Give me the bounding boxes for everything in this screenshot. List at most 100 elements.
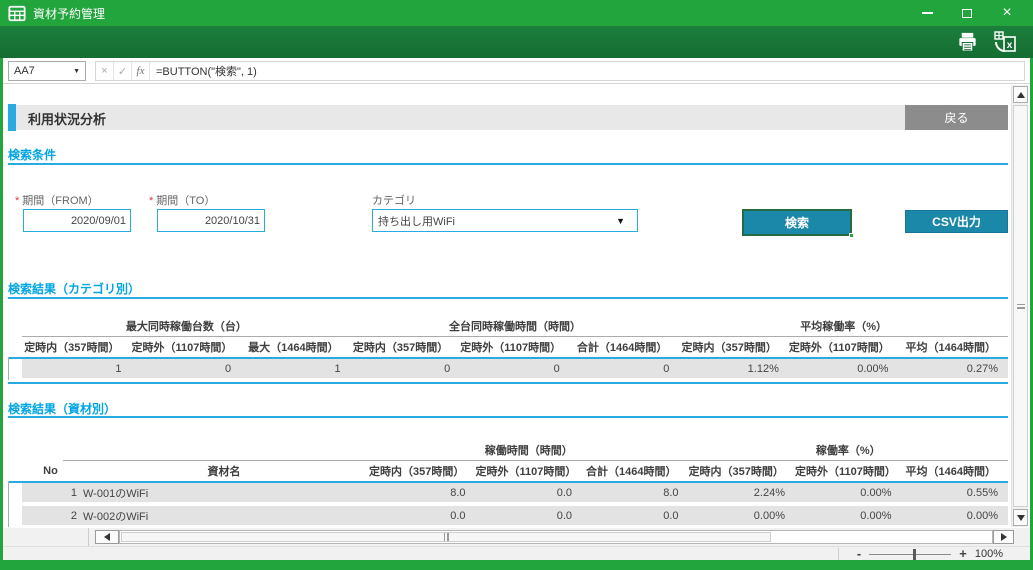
category-results-table: 最大同時稼働台数（台） 全台同時稼働時間（時間） 平均稼働率（%） 定時内（35… [8, 316, 1008, 384]
arrow-left-icon [104, 533, 110, 541]
material-results-heading: 検索結果（資材別） [8, 400, 116, 417]
column-header: 定時内（357時間） [679, 339, 789, 355]
export-excel-button[interactable]: x [991, 29, 1019, 55]
cell: 0 [351, 363, 461, 375]
back-button[interactable]: 戻る [905, 105, 1008, 130]
group-header: 稼働率（%） [689, 442, 1009, 458]
page-title-accent [8, 104, 16, 131]
material-results-table: 稼働時間（時間） 稼働率（%） No 資材名 定時内（357時間） 定時外（11… [8, 440, 1008, 528]
confirm-entry-icon[interactable]: ✓ [114, 62, 132, 80]
cancel-entry-icon[interactable]: × [96, 62, 114, 80]
zoom-out-button[interactable]: - [857, 549, 861, 559]
vertical-scrollbar-thumb[interactable] [1013, 105, 1028, 507]
cell: 8.0 [582, 487, 689, 499]
scroll-up-button[interactable] [1013, 86, 1028, 103]
zoom-control: - + 100% [857, 547, 1003, 561]
required-marker: * [149, 195, 153, 207]
cell: W-001のWiFi [79, 485, 369, 501]
to-date-label: *期間（TO） [149, 192, 215, 208]
group-header: 平均稼働率（%） [679, 318, 1008, 334]
insert-function-icon[interactable]: fx [132, 62, 150, 80]
maximize-button[interactable] [947, 0, 987, 26]
table-row: 1 W-001のWiFi 8.0 0.0 8.0 2.24% 0.00% 0.5… [22, 483, 1008, 502]
page-header-bar [8, 105, 1008, 130]
zoom-in-button[interactable]: + [959, 549, 967, 559]
section-underline [8, 416, 1008, 418]
table-row: 2 W-002のWiFi 0.0 0.0 0.0 0.00% 0.00% 0.0… [22, 506, 1008, 525]
vertical-scrollbar[interactable] [1011, 85, 1028, 527]
search-button[interactable]: 検索 [744, 211, 850, 234]
category-selected-value: 持ち出し用WiFi [373, 213, 616, 229]
sheet-tabs-area [3, 528, 89, 546]
csv-export-button[interactable]: CSV出力 [905, 210, 1008, 233]
selection-handle[interactable] [849, 233, 854, 238]
cell-reference: AA7 [9, 65, 73, 77]
scrollbar-grip-icon [444, 533, 449, 541]
cell: 0.00% [795, 510, 902, 522]
section-underline [8, 297, 1008, 299]
status-divider [838, 548, 839, 560]
column-header: 定時内（357時間） [689, 463, 796, 479]
cell: 2.24% [689, 487, 796, 499]
column-header: 定時外（1107時間） [460, 339, 570, 355]
table-left-border [8, 481, 9, 527]
cell: 0.0 [582, 510, 689, 522]
horizontal-scrollbar[interactable] [119, 530, 993, 544]
toolbar: x [0, 26, 1033, 58]
column-header: 定時内（357時間） [369, 463, 476, 479]
cell: 0.00% [795, 487, 902, 499]
window-title: 資材予約管理 [33, 5, 105, 22]
table-group-header-row: 稼働時間（時間） 稼働率（%） [22, 440, 1008, 460]
column-header: 最大（1464時間） [241, 339, 351, 355]
minimize-icon [922, 12, 933, 14]
zoom-level[interactable]: 100% [975, 548, 1003, 560]
horizontal-scrollbar-thumb[interactable] [121, 532, 771, 542]
cell: 1.12% [679, 363, 789, 375]
required-marker: * [15, 195, 19, 207]
section-underline [8, 163, 1008, 165]
table-row: 1 0 1 0 0 0 1.12% 0.00% 0.27% [22, 359, 1008, 378]
cell: 0.00% [789, 363, 899, 375]
printer-icon [956, 30, 979, 54]
name-box-dropdown-icon[interactable]: ▼ [73, 68, 85, 75]
scroll-left-button[interactable] [95, 530, 119, 544]
cell: 1 [22, 363, 132, 375]
table-line [8, 382, 1008, 384]
status-bar: - + 100% [3, 546, 1030, 560]
to-date-input[interactable] [157, 209, 265, 232]
cell: 0.0 [476, 487, 583, 499]
cell: 0 [570, 363, 680, 375]
column-header: 資材名 [79, 463, 369, 479]
minimize-button[interactable] [907, 0, 947, 26]
cell-name-box[interactable]: AA7 ▼ [8, 61, 86, 81]
print-button[interactable] [953, 29, 981, 55]
formula-bar: AA7 ▼ × ✓ fx =BUTTON("検索", 1) [3, 58, 1030, 84]
scroll-down-button[interactable] [1013, 509, 1028, 526]
formula-text[interactable]: =BUTTON("検索", 1) [150, 62, 257, 80]
group-header: 稼働時間（時間） [369, 442, 689, 458]
cell: 0.00% [689, 510, 796, 522]
column-header: No [22, 465, 79, 477]
title-bar: 資材予約管理 × [0, 0, 1033, 26]
cell: 0 [132, 363, 242, 375]
cell: 2 [22, 510, 79, 522]
table-header-row: No 資材名 定時内（357時間） 定時外（1107時間） 合計（1464時間）… [22, 461, 1008, 481]
cell: W-002のWiFi [79, 508, 369, 524]
close-button[interactable]: × [987, 0, 1027, 26]
column-header: 定時外（1107時間） [476, 463, 583, 479]
arrow-right-icon [1001, 533, 1007, 541]
category-dropdown[interactable]: 持ち出し用WiFi ▼ [372, 209, 638, 232]
scrollbar-grip-icon [1017, 304, 1025, 309]
search-button-selection: 検索 [742, 209, 852, 236]
table-header-row: 定時内（357時間） 定時外（1107時間） 最大（1464時間） 定時内（35… [22, 337, 1008, 357]
column-header: 合計（1464時間） [582, 463, 689, 479]
cell: 1 [22, 487, 79, 499]
zoom-slider[interactable] [869, 554, 951, 555]
zoom-slider-thumb[interactable] [913, 549, 916, 560]
cell: 0.00% [902, 510, 1009, 522]
page-title: 利用状況分析 [28, 109, 106, 128]
from-date-input[interactable] [23, 209, 131, 232]
scroll-right-button[interactable] [993, 530, 1014, 544]
formula-input-area: × ✓ fx =BUTTON("検索", 1) [95, 61, 1025, 81]
group-header: 全台同時稼働時間（時間） [351, 318, 680, 334]
